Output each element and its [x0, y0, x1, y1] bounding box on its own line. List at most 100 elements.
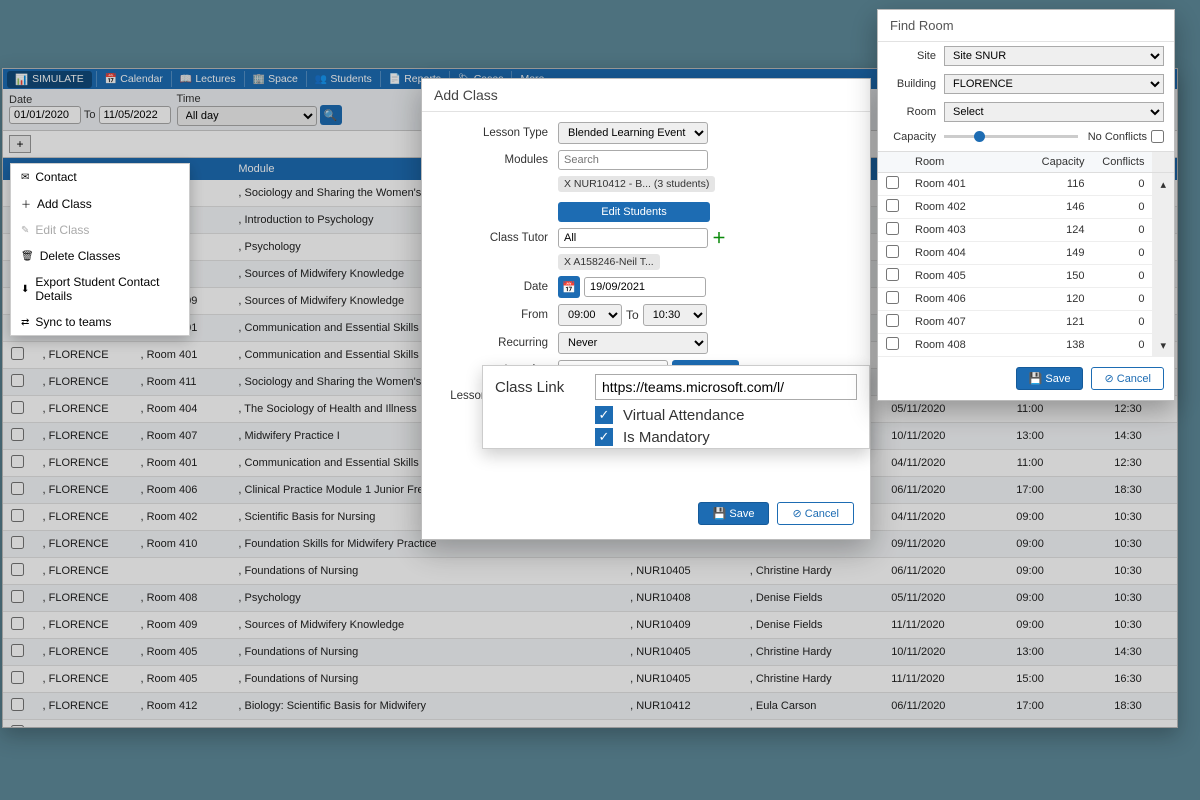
class-link-panel: Class Link ✓Virtual Attendance ✓Is Manda…: [482, 365, 870, 449]
ctx-add-class[interactable]: ＋Add Class: [11, 190, 189, 217]
table-row[interactable]: , FLORENCE, Room 405, Foundations of Nur…: [3, 719, 1177, 728]
row-checkbox[interactable]: [11, 374, 24, 387]
ctx-edit-class: ✎Edit Class: [11, 217, 189, 243]
tutor-chip[interactable]: X A158246-Neil T...: [558, 254, 660, 270]
room-row[interactable]: Room 4081380▾: [878, 334, 1174, 357]
mandatory-label: Is Mandatory: [623, 429, 710, 446]
table-row[interactable]: , FLORENCE, Room 405, Foundations of Nur…: [3, 638, 1177, 665]
nav-lectures[interactable]: 📖Lectures: [171, 71, 244, 87]
noconflicts-checkbox[interactable]: [1151, 130, 1164, 143]
add-tutor-icon[interactable]: ＋: [712, 228, 726, 248]
row-checkbox[interactable]: [11, 671, 24, 684]
find-room-panel: Find Room SiteSite SNUR BuildingFLORENCE…: [877, 9, 1175, 401]
room-row[interactable]: Room 4041490: [878, 242, 1174, 265]
add-row-button[interactable]: +: [9, 135, 31, 153]
virtual-checkbox[interactable]: ✓: [595, 406, 613, 424]
from-label: From: [438, 309, 558, 321]
room-row[interactable]: Room 4061200: [878, 288, 1174, 311]
edit-students-button[interactable]: Edit Students: [558, 202, 710, 222]
mandatory-checkbox[interactable]: ✓: [595, 428, 613, 446]
time-label: Time: [177, 93, 201, 105]
table-row[interactable]: , FLORENCE, Room 412, Biology: Scientifi…: [3, 692, 1177, 719]
to-label2: To: [626, 308, 639, 322]
table-row[interactable]: , FLORENCE, Room 409, Sources of Midwife…: [3, 611, 1177, 638]
class-link-input[interactable]: [595, 374, 857, 400]
date-to-input[interactable]: [99, 106, 171, 124]
table-row[interactable]: , FLORENCE, Room 408, Psychology, NUR104…: [3, 584, 1177, 611]
site-select[interactable]: Site SNUR: [944, 46, 1164, 66]
ctx-export-student-contact-details[interactable]: ⬇Export Student Contact Details: [11, 269, 189, 309]
room-table: Room Capacity Conflicts Room 4011160▴ Ro…: [878, 151, 1174, 357]
lesson-type-select[interactable]: Blended Learning Event: [558, 122, 708, 144]
ctx-sync-to-teams[interactable]: ⇄Sync to teams: [11, 309, 189, 335]
brand[interactable]: 📊SIMULATE: [7, 71, 92, 88]
nav-space[interactable]: 🏢Space: [244, 71, 306, 87]
room-checkbox[interactable]: [886, 314, 899, 327]
class-link-label: Class Link: [495, 379, 583, 396]
date-label: Date: [438, 281, 558, 293]
room-checkbox[interactable]: [886, 245, 899, 258]
row-checkbox[interactable]: [11, 509, 24, 522]
room-select[interactable]: Select: [944, 102, 1164, 122]
table-row[interactable]: , FLORENCE, Room 405, Foundations of Nur…: [3, 665, 1177, 692]
row-checkbox[interactable]: [11, 563, 24, 576]
nav-students[interactable]: 👥Students: [306, 71, 380, 87]
recurring-select[interactable]: Never: [558, 332, 708, 354]
room-cancel-button[interactable]: ⊘ Cancel: [1091, 367, 1164, 390]
room-row[interactable]: Room 4071210: [878, 311, 1174, 334]
recurring-label: Recurring: [438, 337, 558, 349]
building-label: Building: [888, 78, 944, 90]
room-checkbox[interactable]: [886, 176, 899, 189]
capacity-label: Capacity: [888, 131, 944, 143]
modules-label: Modules: [438, 154, 558, 166]
building-select[interactable]: FLORENCE: [944, 74, 1164, 94]
ctx-contact[interactable]: ✉Contact: [11, 164, 189, 190]
modules-search[interactable]: [558, 150, 708, 170]
room-checkbox[interactable]: [886, 199, 899, 212]
col-conflicts[interactable]: Conflicts: [1092, 152, 1152, 173]
calendar-icon[interactable]: 📅: [558, 276, 580, 298]
row-checkbox[interactable]: [11, 482, 24, 495]
room-checkbox[interactable]: [886, 337, 899, 350]
ctx-delete-classes[interactable]: 🗑Delete Classes: [11, 243, 189, 269]
room-row[interactable]: Room 4021460: [878, 196, 1174, 219]
table-row[interactable]: , FLORENCE, Foundations of Nursing, NUR1…: [3, 557, 1177, 584]
room-checkbox[interactable]: [886, 222, 899, 235]
row-checkbox[interactable]: [11, 536, 24, 549]
add-class-modal: Add Class Lesson Type Blended Learning E…: [421, 78, 871, 540]
row-checkbox[interactable]: [11, 644, 24, 657]
room-row[interactable]: Room 4051500: [878, 265, 1174, 288]
room-checkbox[interactable]: [886, 268, 899, 281]
date-input[interactable]: [584, 277, 706, 297]
row-checkbox[interactable]: [11, 401, 24, 414]
row-checkbox[interactable]: [11, 725, 24, 729]
class-tutor-label: Class Tutor: [438, 232, 558, 244]
row-checkbox[interactable]: [11, 428, 24, 441]
date-label: Date: [9, 94, 32, 106]
noconflicts-label: No Conflicts: [1088, 131, 1147, 143]
class-tutor-input[interactable]: [558, 228, 708, 248]
from-time-select[interactable]: 09:00: [558, 304, 622, 326]
lesson-type-label: Lesson Type: [438, 127, 558, 139]
room-row[interactable]: Room 4011160▴: [878, 173, 1174, 196]
row-checkbox[interactable]: [11, 455, 24, 468]
room-row[interactable]: Room 4031240: [878, 219, 1174, 242]
col-room[interactable]: Room: [907, 152, 1032, 173]
room-save-button[interactable]: 💾 Save: [1016, 367, 1084, 390]
context-menu: ✉Contact＋Add Class✎Edit Class🗑Delete Cla…: [10, 163, 190, 336]
capacity-slider[interactable]: [944, 135, 1078, 138]
col-capacity[interactable]: Capacity: [1032, 152, 1092, 173]
row-checkbox[interactable]: [11, 698, 24, 711]
time-select[interactable]: All day: [177, 106, 317, 126]
date-from-input[interactable]: [9, 106, 81, 124]
room-checkbox[interactable]: [886, 291, 899, 304]
nav-calendar[interactable]: 📅Calendar: [96, 71, 171, 87]
search-button[interactable]: 🔍: [320, 105, 342, 125]
row-checkbox[interactable]: [11, 590, 24, 603]
save-button[interactable]: 💾 Save: [698, 502, 770, 525]
row-checkbox[interactable]: [11, 347, 24, 360]
module-chip[interactable]: X NUR10412 - B... (3 students): [558, 176, 715, 192]
to-time-select[interactable]: 10:30: [643, 304, 707, 326]
cancel-button[interactable]: ⊘ Cancel: [777, 502, 854, 525]
row-checkbox[interactable]: [11, 617, 24, 630]
